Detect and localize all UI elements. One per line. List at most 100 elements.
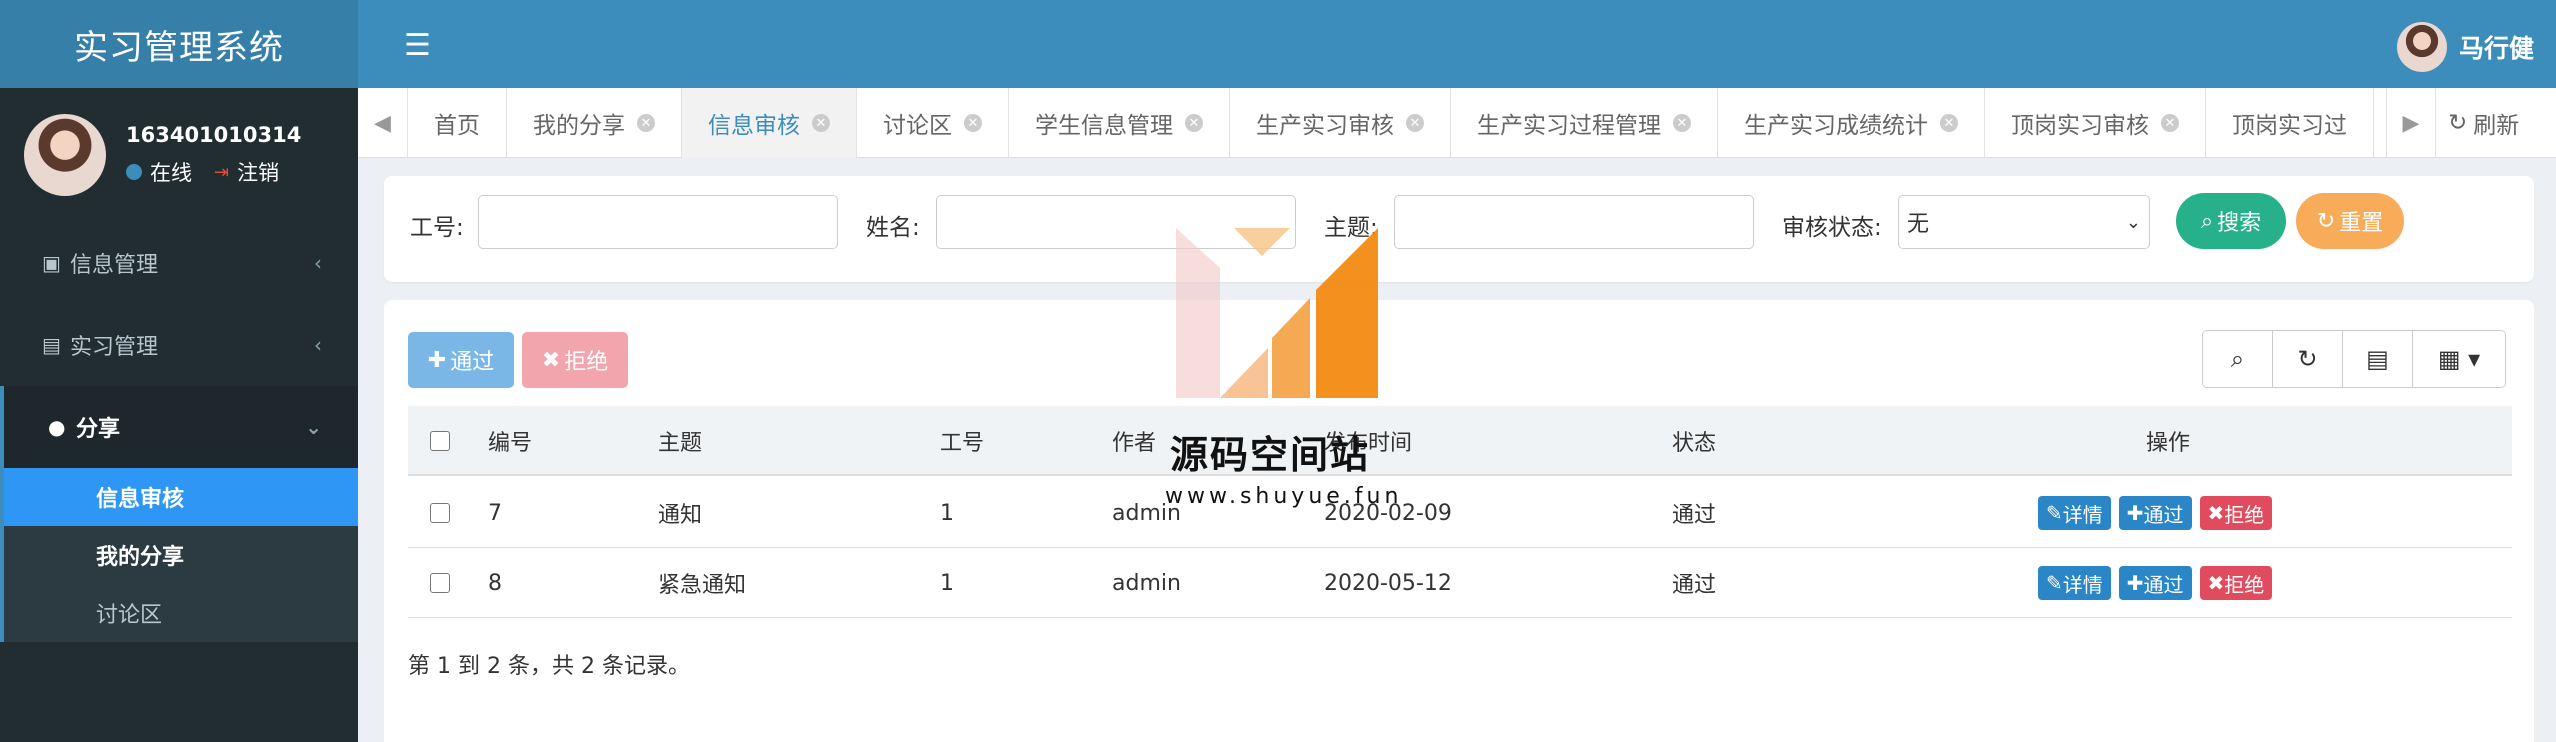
- x-icon: ✖: [541, 347, 561, 373]
- tab-post-review[interactable]: 顶岗实习审核 ✕: [1985, 88, 2206, 158]
- tabs-next-icon[interactable]: ▶: [2386, 88, 2436, 158]
- tab-label: 学生信息管理: [1035, 113, 1173, 139]
- x-icon: ✖: [2207, 571, 2225, 595]
- user-id: 163401010314: [126, 123, 302, 147]
- detail-button[interactable]: ✎ 详情: [2038, 496, 2111, 530]
- job-no-input[interactable]: [478, 195, 838, 249]
- tab-discussion[interactable]: 讨论区 ✕: [857, 88, 1009, 158]
- row-reject-button[interactable]: ✖ 拒绝: [2199, 496, 2273, 530]
- cell-id: 8: [488, 570, 502, 596]
- tab-home[interactable]: 首页: [408, 88, 507, 158]
- reject-button[interactable]: ✖ 拒绝: [522, 332, 628, 388]
- table-tools: ⌕ ↻ ▤ ▦ ▾: [2202, 330, 2506, 388]
- table-header: 编号 主题 工号 作者 发布时间 状态 操作: [408, 406, 2512, 476]
- plus-icon: ✚: [2126, 571, 2144, 595]
- app-logo[interactable]: 实习管理系统: [0, 0, 358, 88]
- row-approve-button[interactable]: ✚ 通过: [2118, 496, 2192, 530]
- col-id[interactable]: 编号: [488, 406, 532, 476]
- menu-toggle-icon[interactable]: ☰: [404, 28, 431, 63]
- detail-button[interactable]: ✎ 详情: [2038, 566, 2111, 600]
- refresh-button[interactable]: ↻ 刷新: [2448, 88, 2519, 158]
- submenu-discussion[interactable]: 讨论区: [4, 584, 358, 642]
- tab-info-review[interactable]: 信息审核 ✕: [682, 88, 857, 158]
- top-user-menu[interactable]: 马行健: [2396, 22, 2534, 72]
- close-icon[interactable]: ✕: [1406, 114, 1424, 132]
- menu-label: 信息管理: [70, 253, 159, 278]
- pagination-info: 第 1 到 2 条，共 2 条记录。: [408, 654, 690, 679]
- select-all-checkbox[interactable]: [430, 431, 450, 451]
- menu-info-management[interactable]: ▣ 信息管理 ‹: [0, 222, 358, 304]
- cell-id: 7: [488, 500, 502, 526]
- job-no-label: 工号:: [410, 215, 464, 241]
- search-button[interactable]: ⌕ 搜索: [2176, 193, 2286, 249]
- close-icon[interactable]: ✕: [964, 114, 982, 132]
- tab-student-info[interactable]: 学生信息管理 ✕: [1009, 88, 1230, 158]
- col-subject[interactable]: 主题: [658, 406, 702, 476]
- tabs-list: 首页 我的分享 ✕ 信息审核 ✕ 讨论区 ✕ 学生信息管理 ✕ 生产实习审核 ✕ 生产实习…: [408, 88, 2386, 158]
- columns-icon[interactable]: ▦ ▾: [2413, 331, 2505, 387]
- chevron-left-icon: ‹: [314, 333, 322, 357]
- approve-button-label: 通过: [450, 350, 495, 375]
- logout-icon[interactable]: ⇥: [214, 162, 229, 183]
- tab-my-share[interactable]: 我的分享 ✕: [507, 88, 682, 158]
- watermark-url: www.shuyue.fun: [1165, 484, 1403, 509]
- menu-label: 分享: [76, 417, 121, 442]
- cell-subject: 通知: [658, 503, 703, 528]
- table-panel: ✚ 通过 ✖ 拒绝 ⌕ ↻ ▤ ▦ ▾ 编号 主题 工号 作者 发布时间 状态 …: [384, 300, 2534, 742]
- name-input[interactable]: [936, 195, 1296, 249]
- tab-production-scores[interactable]: 生产实习成绩统计 ✕: [1718, 88, 1985, 158]
- close-icon[interactable]: ✕: [1673, 114, 1691, 132]
- tab-label: 信息审核: [708, 113, 800, 139]
- close-icon[interactable]: ✕: [2161, 114, 2179, 132]
- tab-post-process[interactable]: 顶岗实习过: [2206, 88, 2374, 158]
- approve-label: 通过: [2143, 572, 2184, 597]
- status-label: 审核状态:: [1782, 215, 1882, 241]
- row-checkbox[interactable]: [430, 573, 450, 593]
- share-submenu: 信息审核 我的分享 讨论区: [0, 468, 358, 642]
- col-author[interactable]: 作者: [1112, 406, 1156, 476]
- online-status: 在线: [150, 161, 192, 185]
- submenu-my-share[interactable]: 我的分享: [4, 526, 358, 584]
- subject-label: 主题:: [1324, 215, 1378, 241]
- tab-label: 顶岗实习审核: [2011, 113, 2149, 139]
- header-avatar: [2396, 22, 2447, 72]
- tabs-bar: ◀ 首页 我的分享 ✕ 信息审核 ✕ 讨论区 ✕ 学生信息管理 ✕ 生产实习审核 ✕ 生产…: [358, 88, 2556, 158]
- reset-button[interactable]: ↻ 重置: [2296, 193, 2404, 249]
- menu-internship-management[interactable]: ▤ 实习管理 ‹: [0, 304, 358, 386]
- table-row: 7 通知 1 admin 2020-02-09 通过 ✎ 详情 ✚ 通过 ✖ 拒绝: [408, 478, 2512, 548]
- tab-production-process[interactable]: 生产实习过程管理 ✕: [1451, 88, 1718, 158]
- approve-button[interactable]: ✚ 通过: [408, 332, 514, 388]
- refresh-table-icon[interactable]: ↻: [2273, 331, 2343, 387]
- user-panel: 163401010314 在线 ⇥ 注销: [0, 88, 358, 222]
- tab-production-review[interactable]: 生产实习审核 ✕: [1230, 88, 1451, 158]
- subject-input[interactable]: [1394, 195, 1754, 249]
- row-reject-button[interactable]: ✖ 拒绝: [2199, 566, 2273, 600]
- search-button-label: 搜索: [2217, 211, 2262, 236]
- toggle-view-icon[interactable]: ▤: [2343, 331, 2413, 387]
- row-approve-button[interactable]: ✚ 通过: [2118, 566, 2192, 600]
- status-select[interactable]: 无 ⌄: [1898, 195, 2150, 249]
- logout-link[interactable]: 注销: [237, 157, 279, 187]
- refresh-label: 刷新: [2473, 113, 2520, 139]
- menu-share[interactable]: ● 分享 ⌄: [0, 386, 358, 468]
- close-icon[interactable]: ✕: [1185, 114, 1203, 132]
- x-icon: ✖: [2207, 501, 2225, 525]
- submenu-info-review[interactable]: 信息审核: [4, 468, 358, 526]
- plus-icon: ✚: [2126, 501, 2144, 525]
- tabs-prev-icon[interactable]: ◀: [358, 88, 408, 158]
- col-job-no[interactable]: 工号: [940, 406, 984, 476]
- id-card-icon: ▤: [42, 333, 61, 357]
- user-avatar: [24, 114, 106, 196]
- comment-icon: ●: [48, 415, 66, 439]
- table-row: 8 紧急通知 1 admin 2020-05-12 通过 ✎ 详情 ✚ 通过 ✖ 拒绝: [408, 548, 2512, 618]
- watermark-title: 源码空间站: [1170, 433, 1371, 477]
- search-toggle-icon[interactable]: ⌕: [2203, 331, 2273, 387]
- reset-button-label: 重置: [2339, 211, 2384, 236]
- row-checkbox[interactable]: [430, 503, 450, 523]
- close-icon[interactable]: ✕: [1940, 114, 1958, 132]
- tab-label: 生产实习过程管理: [1477, 113, 1661, 139]
- reject-button-label: 拒绝: [564, 350, 609, 375]
- close-icon[interactable]: ✕: [637, 114, 655, 132]
- close-icon[interactable]: ✕: [812, 114, 830, 132]
- col-status[interactable]: 状态: [1672, 406, 1716, 476]
